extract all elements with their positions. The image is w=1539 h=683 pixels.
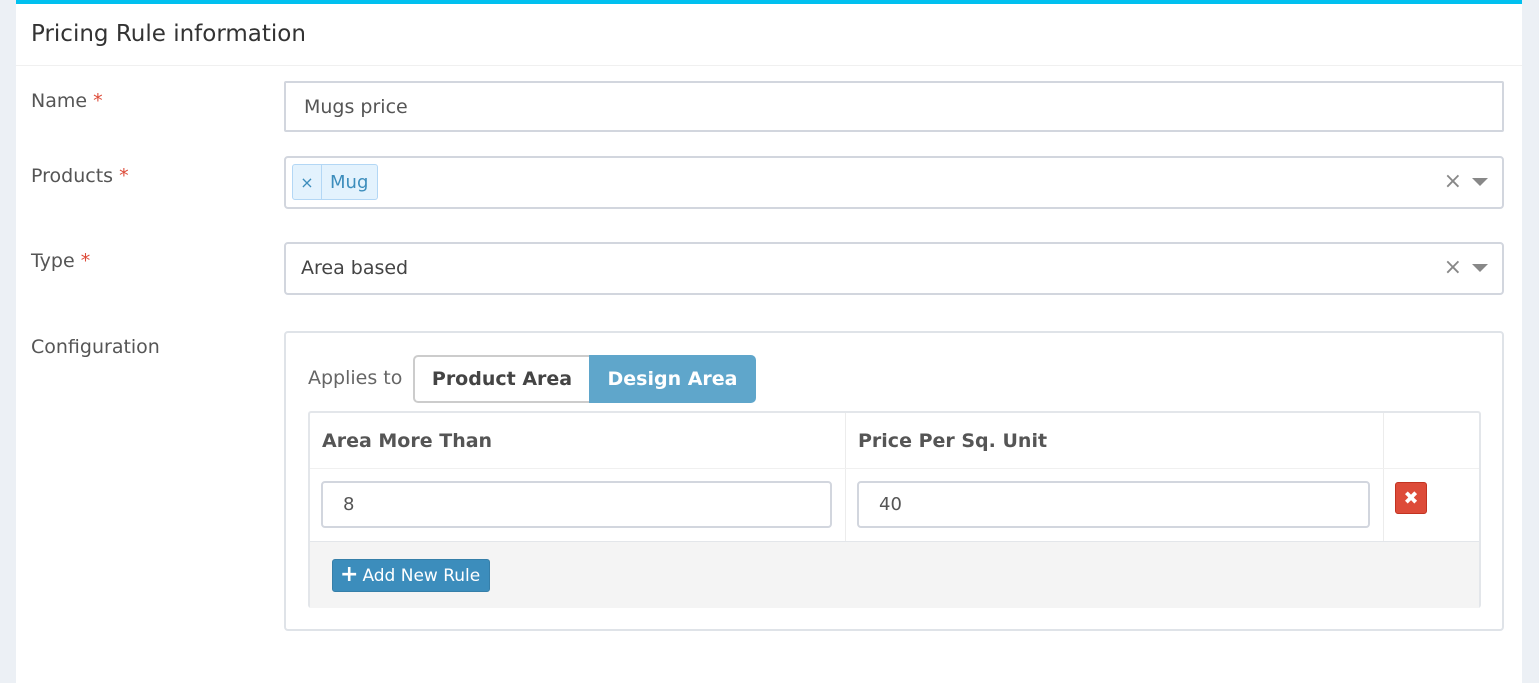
panel-title: Pricing Rule information [31, 20, 306, 47]
configuration-box: Applies to Product Area Design Area Area… [284, 331, 1504, 631]
column-divider [845, 413, 846, 541]
add-new-rule-button[interactable]: + Add New Rule [332, 559, 491, 592]
type-label-text: Type [31, 250, 75, 272]
name-input-value: Mugs price [304, 95, 408, 118]
tag-label: Mug [330, 171, 369, 193]
products-label: Products * [31, 165, 129, 187]
type-select[interactable]: Area based × [284, 242, 1504, 295]
products-select[interactable]: × Mug × [284, 156, 1504, 209]
column-divider [1383, 413, 1384, 541]
type-label: Type * [31, 250, 90, 272]
clear-icon[interactable]: × [1444, 170, 1462, 194]
name-label-text: Name [31, 90, 88, 112]
required-marker: * [93, 90, 103, 112]
applies-to-label: Applies to [308, 367, 403, 389]
close-icon: ✖ [1403, 487, 1419, 509]
price-per-sq-unit-value: 40 [879, 494, 902, 515]
name-label: Name * [31, 90, 103, 112]
column-header-price: Price Per Sq. Unit [858, 429, 1048, 452]
add-new-rule-label: Add New Rule [362, 565, 481, 586]
clear-icon[interactable]: × [1444, 256, 1462, 280]
tag-remove-icon[interactable]: × [293, 165, 322, 199]
chevron-down-icon[interactable] [1472, 178, 1488, 186]
column-header-area: Area More Than [322, 429, 493, 452]
type-select-value: Area based [301, 257, 409, 279]
configuration-label: Configuration [31, 336, 160, 358]
area-more-than-input[interactable]: 8 [321, 481, 832, 528]
chevron-down-icon[interactable] [1472, 264, 1488, 272]
products-label-text: Products [31, 165, 114, 187]
panel-header: Pricing Rule information [16, 4, 1522, 66]
table-footer: + Add New Rule [310, 541, 1479, 608]
plus-icon: + [340, 561, 359, 587]
applies-to-toggle: Product Area Design Area [413, 355, 756, 403]
area-more-than-value: 8 [343, 494, 355, 515]
design-area-button[interactable]: Design Area [589, 355, 756, 403]
row-divider [310, 468, 1479, 469]
pricing-rule-panel: Pricing Rule information Name * Mugs pri… [16, 0, 1522, 683]
product-area-button[interactable]: Product Area [413, 355, 589, 403]
product-tag-mug: × Mug [292, 164, 379, 200]
name-input[interactable]: Mugs price [284, 81, 1504, 132]
rules-table: Area More Than Price Per Sq. Unit 8 40 ✖… [308, 411, 1481, 608]
delete-rule-button[interactable]: ✖ [1395, 482, 1427, 514]
required-marker: * [119, 165, 129, 187]
price-per-sq-unit-input[interactable]: 40 [857, 481, 1370, 528]
required-marker: * [80, 250, 91, 272]
